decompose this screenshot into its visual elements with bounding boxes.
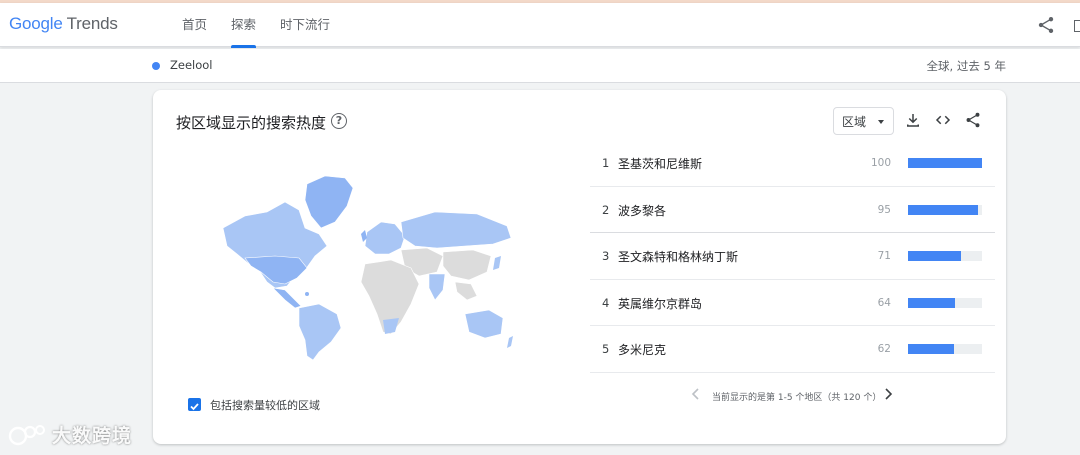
search-term[interactable]: Zeelool bbox=[170, 58, 213, 72]
region-bar-track bbox=[908, 158, 982, 168]
panel-edge-icon[interactable] bbox=[1074, 20, 1080, 32]
region-bar-fill bbox=[908, 251, 961, 261]
region-name: 波多黎各 bbox=[618, 203, 667, 218]
query-bar: Zeelool 全球, 过去 5 年 bbox=[0, 49, 1080, 83]
region-select[interactable]: 区域 bbox=[833, 107, 894, 135]
region-value: 64 bbox=[877, 296, 891, 309]
download-icon[interactable] bbox=[904, 111, 922, 129]
region-rank: 1 bbox=[602, 156, 610, 170]
tab-trending[interactable]: 时下流行 bbox=[268, 3, 342, 47]
help-icon[interactable]: ? bbox=[331, 113, 347, 129]
share-icon[interactable] bbox=[1036, 15, 1056, 35]
chevron-left-icon[interactable] bbox=[690, 387, 702, 401]
embed-code-icon[interactable] bbox=[934, 111, 952, 129]
region-select-value: 区域 bbox=[842, 115, 867, 129]
map-region-russia bbox=[400, 211, 512, 249]
map-region-new-zealand bbox=[507, 336, 513, 348]
region-rank: 3 bbox=[602, 249, 610, 263]
map-region-australia bbox=[464, 309, 504, 339]
map-region-greenland bbox=[304, 175, 354, 229]
map-region-japan bbox=[493, 256, 501, 270]
region-bar-fill bbox=[908, 297, 956, 308]
map-region-south-africa bbox=[383, 318, 399, 334]
region-value: 71 bbox=[877, 250, 891, 262]
region-name: 多米尼克 bbox=[618, 343, 667, 357]
map-region-central-america bbox=[272, 287, 302, 309]
region-value: 62 bbox=[877, 343, 891, 355]
region-row[interactable]: 5 多米尼克 62 bbox=[590, 326, 995, 373]
map-region-caribbean bbox=[305, 292, 309, 296]
watermark: 大数跨境 bbox=[8, 421, 132, 448]
logo-google-text: Google bbox=[9, 14, 63, 33]
region-name: 英属维尔京群岛 bbox=[618, 296, 703, 311]
region-rank: 4 bbox=[602, 295, 610, 310]
region-value: 95 bbox=[877, 203, 891, 216]
google-trends-logo[interactable]: Google Trends bbox=[9, 14, 118, 34]
region-row[interactable]: 1 圣基茨和尼维斯 100 bbox=[590, 140, 995, 187]
watermark-logo-icon bbox=[8, 424, 45, 445]
include-low-volume-label: 包括搜索量较低的区域 bbox=[210, 399, 320, 412]
region-rank: 2 bbox=[602, 202, 610, 217]
region-bar-track bbox=[908, 344, 982, 354]
caret-down-icon bbox=[878, 120, 884, 124]
region-bar-track bbox=[908, 297, 982, 308]
main-nav: 首页 探索 时下流行 bbox=[170, 3, 342, 48]
map-region-southeast-asia bbox=[454, 281, 478, 301]
region-name: 圣基茨和尼维斯 bbox=[618, 157, 703, 171]
map-region-usa bbox=[244, 255, 308, 285]
map-region-india bbox=[428, 273, 446, 301]
region-bar-fill bbox=[908, 204, 979, 215]
tab-home[interactable]: 首页 bbox=[170, 3, 219, 47]
chevron-right-icon[interactable] bbox=[882, 387, 894, 401]
region-name: 圣文森特和格林纳丁斯 bbox=[618, 250, 739, 264]
map-region-south-america bbox=[298, 303, 342, 361]
world-map[interactable] bbox=[215, 172, 519, 362]
tab-explore[interactable]: 探索 bbox=[219, 3, 268, 48]
region-list: 1 圣基茨和尼维斯 100 2 波多黎各 95 3 圣文森特和格林纳丁斯 71 … bbox=[590, 140, 995, 373]
region-bar-track bbox=[908, 204, 982, 215]
region-rank: 5 bbox=[602, 342, 610, 356]
check-icon bbox=[190, 403, 199, 411]
region-bar-track bbox=[908, 251, 982, 261]
app-header: Google Trends 首页 探索 时下流行 bbox=[0, 3, 1080, 48]
region-bar-fill bbox=[908, 344, 954, 354]
logo-trends-text: Trends bbox=[66, 14, 118, 33]
share-icon[interactable] bbox=[964, 111, 982, 129]
region-bar-fill bbox=[908, 158, 982, 168]
region-row[interactable]: 2 波多黎各 95 bbox=[590, 187, 995, 233]
term-color-dot bbox=[152, 62, 160, 70]
region-value: 100 bbox=[870, 157, 891, 169]
scope-label: 全球, 过去 5 年 bbox=[926, 59, 1006, 73]
watermark-text: 大数跨境 bbox=[52, 425, 133, 447]
region-row[interactable]: 4 英属维尔京群岛 64 bbox=[590, 280, 995, 326]
map-region-europe bbox=[364, 221, 406, 255]
region-row[interactable]: 3 圣文森特和格林纳丁斯 71 bbox=[590, 233, 995, 280]
pagination-text: 当前显示的是第 1-5 个地区（共 120 个） bbox=[712, 393, 882, 403]
card-title: 按区域显示的搜索热度 bbox=[176, 114, 327, 132]
interest-by-region-card: 按区域显示的搜索热度 ? 区域 包括搜索量较低的区域 1 圣基茨和尼维斯 100… bbox=[153, 90, 1006, 444]
map-region-east-asia bbox=[442, 249, 492, 281]
include-low-volume-checkbox[interactable] bbox=[188, 398, 201, 411]
